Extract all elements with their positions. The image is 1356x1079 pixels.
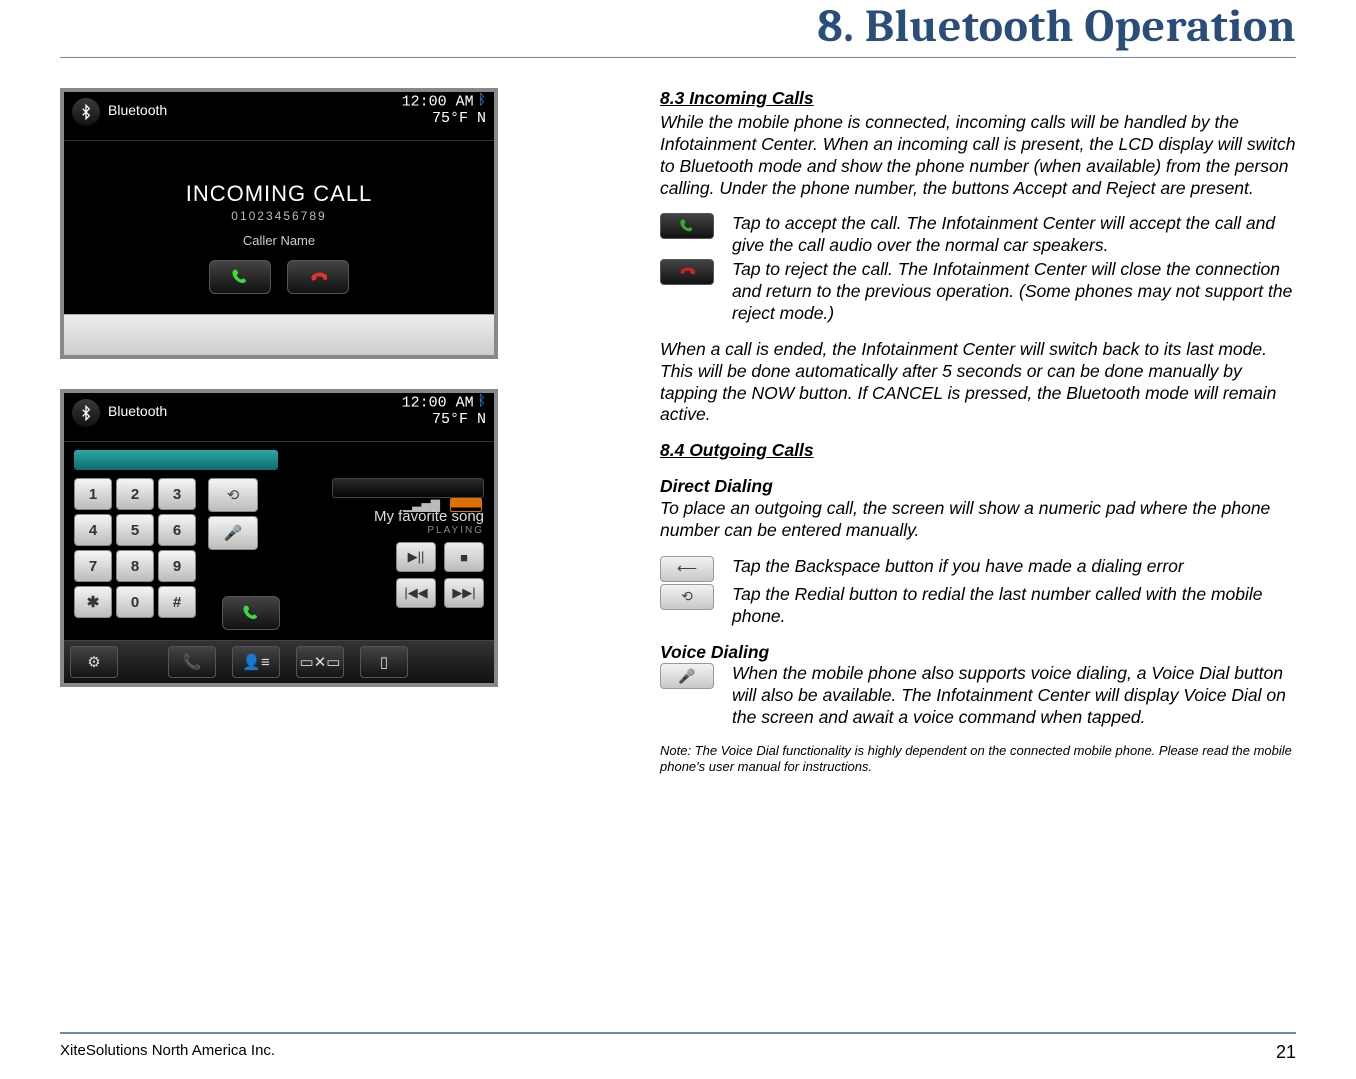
reject-call-button[interactable] <box>287 260 349 294</box>
now-playing-title: My favorite song <box>292 508 484 525</box>
status-temp: 75°F N <box>402 412 486 429</box>
accept-description: Tap to accept the call. The Infotainment… <box>732 213 1296 257</box>
key-2[interactable]: 2 <box>116 478 154 510</box>
footer-company: XiteSolutions North America Inc. <box>60 1042 275 1063</box>
key-3[interactable]: 3 <box>158 478 196 510</box>
dial-button[interactable] <box>222 596 280 630</box>
contacts-tab-button[interactable]: 👤≡ <box>232 646 280 678</box>
status-temp: 75°F N <box>402 111 486 128</box>
app-label: Bluetooth <box>108 102 167 118</box>
next-track-button[interactable]: ▶▶| <box>444 578 484 608</box>
play-pause-button[interactable]: ▶|| <box>396 542 436 572</box>
incoming-call-number: 01023456789 <box>74 209 484 223</box>
reject-description: Tap to reject the call. The Infotainment… <box>732 259 1296 325</box>
voice-dial-icon: 🎤 <box>660 663 714 689</box>
phone-tab-button[interactable]: 📞 <box>168 646 216 678</box>
screenshot-incoming-call: Bluetooth 12:00 AM ᛒ 75°F N INCOMING CALL… <box>60 88 498 359</box>
voice-dial-button[interactable]: 🎤 <box>208 516 258 550</box>
bluetooth-status-icon: ᛒ <box>478 395 486 410</box>
key-0[interactable]: 0 <box>116 586 154 618</box>
accept-call-button[interactable] <box>209 260 271 294</box>
key-star[interactable]: ✱ <box>74 586 112 618</box>
status-time: 12:00 AM <box>402 395 474 412</box>
key-1[interactable]: 1 <box>74 478 112 510</box>
prev-track-button[interactable]: |◀◀ <box>396 578 436 608</box>
section-8-3-heading: 8.3 Incoming Calls <box>660 88 1296 110</box>
direct-dialing-paragraph: To place an outgoing call, the screen wi… <box>660 498 1296 542</box>
stop-button[interactable]: ■ <box>444 542 484 572</box>
devices-tab-button[interactable]: ▭✕▭ <box>296 646 344 678</box>
app-label: Bluetooth <box>108 403 167 419</box>
incoming-caller-name: Caller Name <box>74 233 484 248</box>
accept-icon <box>660 213 714 239</box>
number-entry-field[interactable] <box>74 450 278 470</box>
key-6[interactable]: 6 <box>158 514 196 546</box>
section-8-4-heading: 8.4 Outgoing Calls <box>660 440 1296 462</box>
section-8-3-paragraph-1: While the mobile phone is connected, inc… <box>660 112 1296 200</box>
key-7[interactable]: 7 <box>74 550 112 582</box>
bluetooth-app-icon <box>72 98 100 126</box>
redial-description: Tap the Redial button to redial the last… <box>732 584 1296 628</box>
incoming-call-title: INCOMING CALL <box>74 181 484 207</box>
direct-dialing-heading: Direct Dialing <box>660 476 1296 498</box>
redial-button[interactable]: ⟲ <box>208 478 258 512</box>
bluetooth-app-icon <box>72 399 100 427</box>
settings-button[interactable]: ⚙ <box>70 646 118 678</box>
voice-dial-note: Note: The Voice Dial functionality is hi… <box>660 743 1296 776</box>
bluetooth-status-icon: ᛒ <box>478 94 486 109</box>
key-9[interactable]: 9 <box>158 550 196 582</box>
reject-icon <box>660 259 714 285</box>
redial-icon: ⟲ <box>660 584 714 610</box>
key-hash[interactable]: # <box>158 586 196 618</box>
device-tab-button[interactable]: ▯ <box>360 646 408 678</box>
section-8-3-paragraph-2: When a call is ended, the Infotainment C… <box>660 339 1296 427</box>
status-time: 12:00 AM <box>402 94 474 111</box>
playing-label: PLAYING <box>292 525 484 536</box>
key-8[interactable]: 8 <box>116 550 154 582</box>
key-4[interactable]: 4 <box>74 514 112 546</box>
chapter-title: 8. Bluetooth Operation <box>60 0 1296 53</box>
backspace-description: Tap the Backspace button if you have mad… <box>732 556 1184 582</box>
dial-keypad: 1 2 3 4 5 6 7 8 9 ✱ 0 # <box>74 478 196 618</box>
voice-dialing-heading: Voice Dialing <box>660 642 1296 664</box>
footer-rule <box>60 1032 1296 1034</box>
page-number: 21 <box>1276 1042 1296 1063</box>
header-rule <box>60 57 1296 58</box>
backspace-icon: ⟵ <box>660 556 714 582</box>
key-5[interactable]: 5 <box>116 514 154 546</box>
voice-dialing-paragraph: When the mobile phone also supports voic… <box>732 663 1296 729</box>
screenshot-dialer: Bluetooth 12:00 AMᛒ 75°F N ▁▃▅▇ <box>60 389 498 687</box>
secondary-field <box>332 478 484 498</box>
